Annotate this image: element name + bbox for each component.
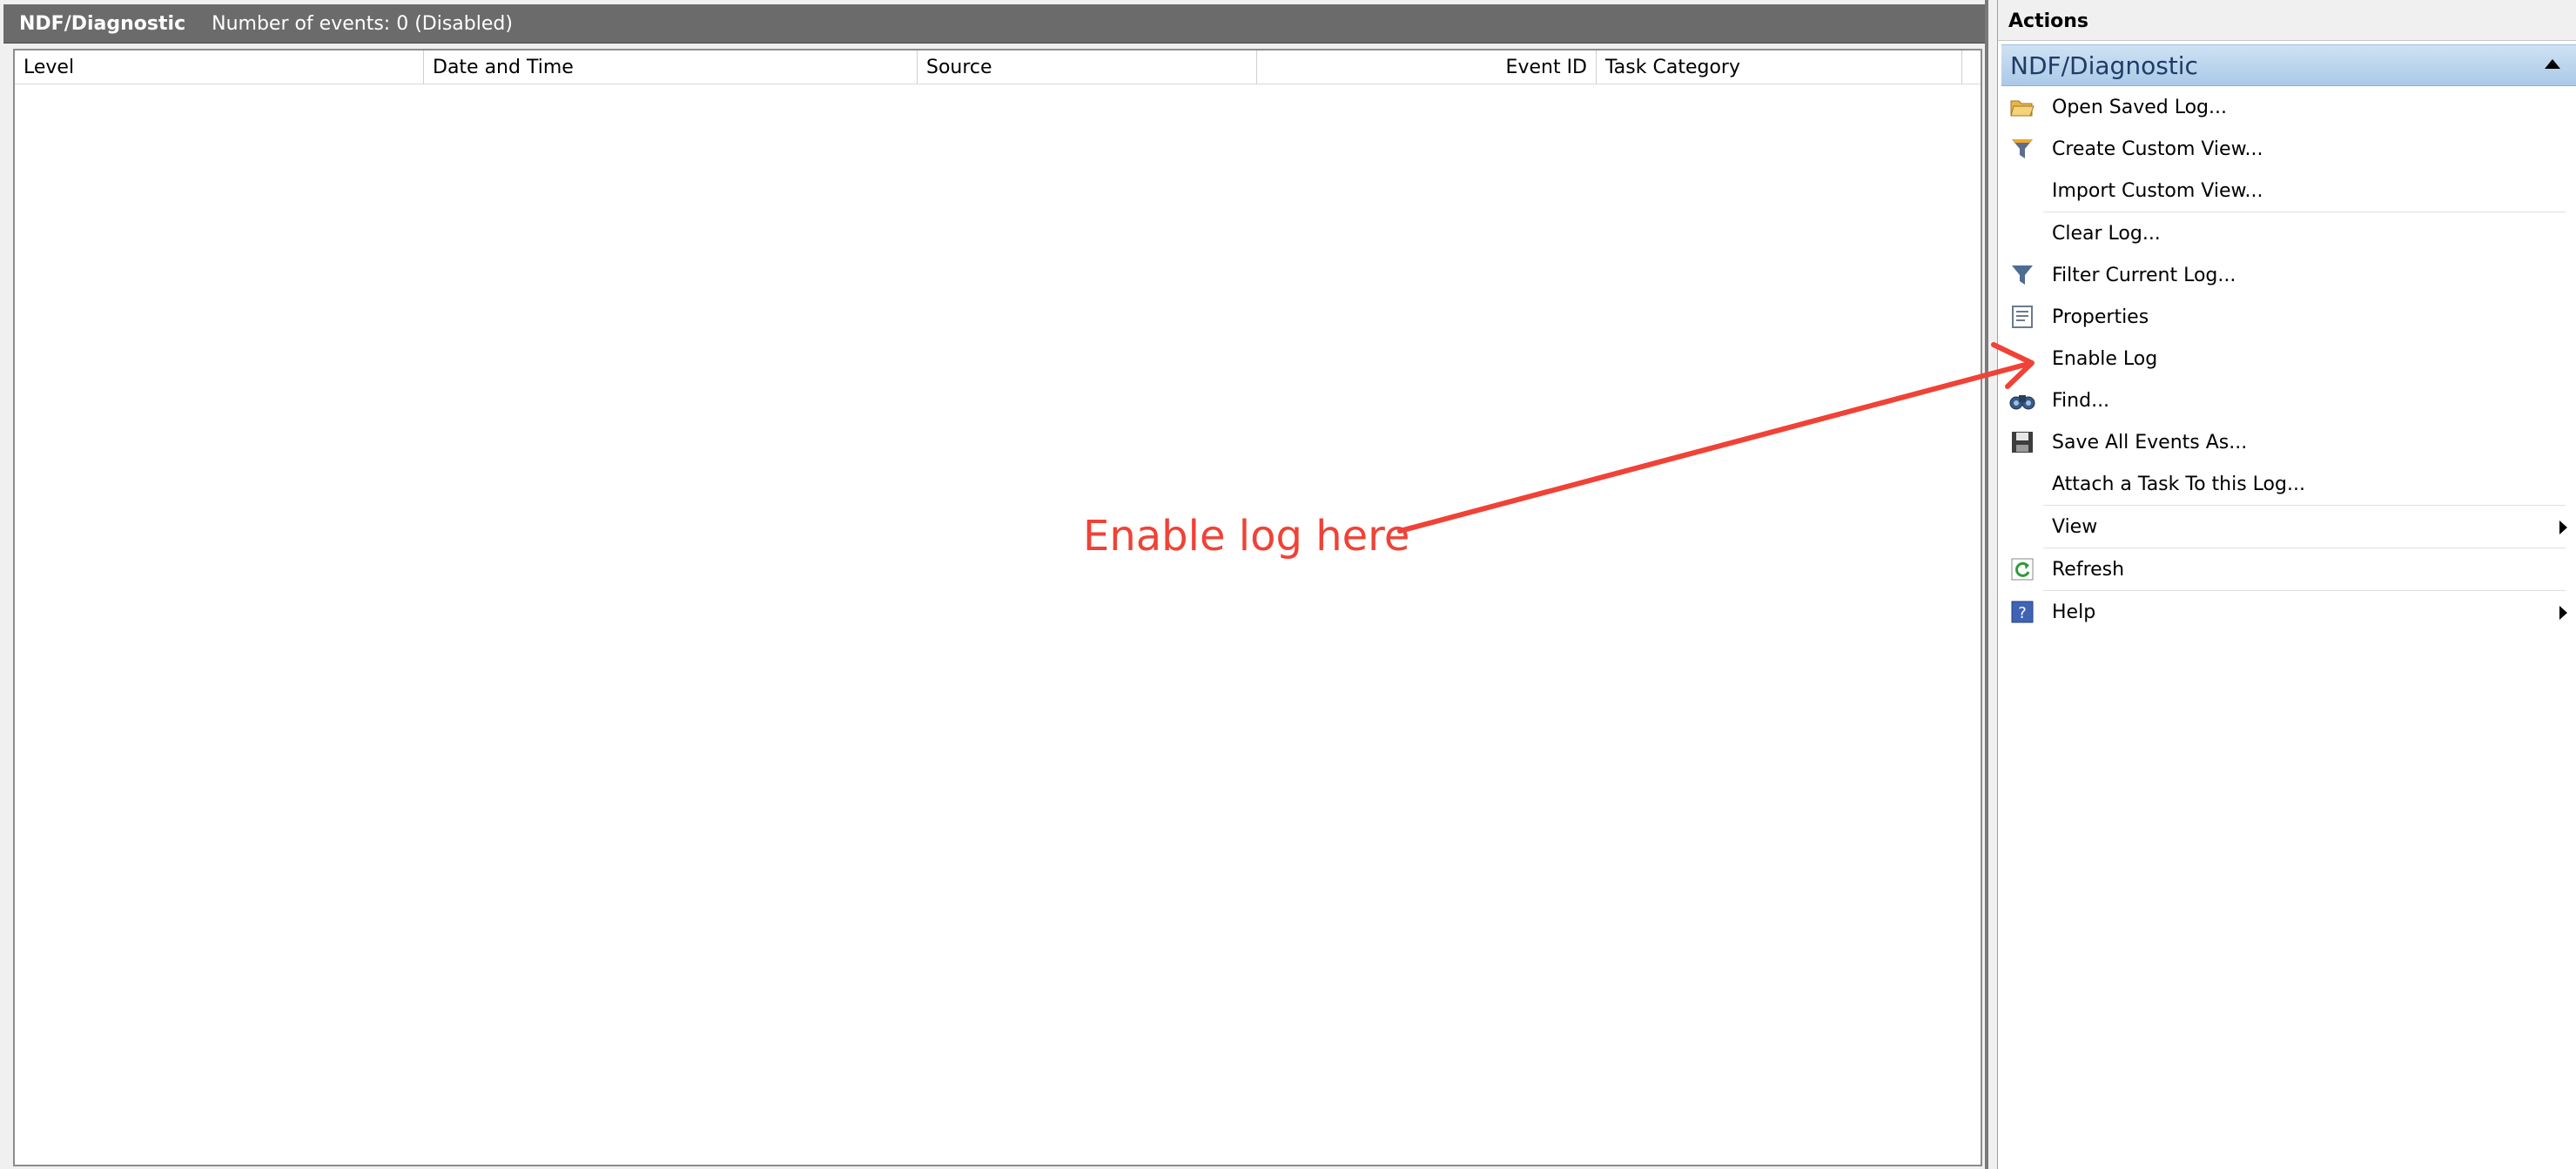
action-label: View xyxy=(2052,515,2098,538)
column-header-task-category[interactable]: Task Category xyxy=(1597,50,1962,84)
action-label: Create Custom View... xyxy=(2052,138,2263,160)
actions-title: Actions xyxy=(1998,0,2576,41)
events-table[interactable]: Level Date and Time Source Event ID Task… xyxy=(13,49,1982,1166)
save-icon xyxy=(2008,428,2036,456)
action-create-custom-view[interactable]: Create Custom View... xyxy=(2001,128,2576,170)
action-label: Save All Events As... xyxy=(2052,431,2248,453)
open-folder-icon xyxy=(2008,93,2036,121)
column-header-date-time[interactable]: Date and Time xyxy=(424,50,918,84)
action-label: Import Custom View... xyxy=(2052,179,2263,202)
actions-group-header[interactable]: NDF/Diagnostic xyxy=(2001,44,2576,86)
filter-create-icon xyxy=(2008,135,2036,163)
action-view[interactable]: View xyxy=(2001,506,2576,548)
action-attach-task[interactable]: Attach a Task To this Log... xyxy=(2001,463,2576,505)
action-label: Clear Log... xyxy=(2052,222,2161,245)
actions-group-label: NDF/Diagnostic xyxy=(2010,50,2198,80)
svg-text:?: ? xyxy=(2018,604,2027,622)
properties-icon xyxy=(2008,303,2036,331)
action-filter-current-log[interactable]: Filter Current Log... xyxy=(2001,254,2576,296)
collapse-up-icon[interactable] xyxy=(2545,59,2560,69)
action-clear-log[interactable]: Clear Log... xyxy=(2001,212,2576,254)
log-title: NDF/Diagnostic xyxy=(19,12,186,35)
table-header: Level Date and Time Source Event ID Task… xyxy=(15,50,1981,84)
binoculars-icon xyxy=(2008,386,2036,414)
refresh-icon xyxy=(2008,555,2036,583)
action-save-all-events[interactable]: Save All Events As... xyxy=(2001,421,2576,463)
actions-pane: Actions NDF/Diagnostic Open Saved Log...… xyxy=(1997,0,2576,1169)
action-help[interactable]: ? Help xyxy=(2001,591,2576,633)
action-label: Find... xyxy=(2052,389,2110,412)
action-label: Open Saved Log... xyxy=(2052,96,2227,118)
column-header-level[interactable]: Level xyxy=(15,50,424,84)
submenu-arrow-icon xyxy=(2559,606,2567,620)
action-import-custom-view[interactable]: Import Custom View... xyxy=(2001,170,2576,212)
action-label: Filter Current Log... xyxy=(2052,264,2236,286)
filter-icon xyxy=(2008,261,2036,289)
action-enable-log[interactable]: Enable Log xyxy=(2001,338,2576,380)
log-header-bar: NDF/Diagnostic Number of events: 0 (Disa… xyxy=(3,4,1988,44)
action-label: Attach a Task To this Log... xyxy=(2052,473,2305,495)
pane-splitter[interactable] xyxy=(1988,0,1997,1169)
event-count-status: Number of events: 0 (Disabled) xyxy=(212,12,513,35)
submenu-arrow-icon xyxy=(2559,521,2567,534)
action-open-saved-log[interactable]: Open Saved Log... xyxy=(2001,86,2576,128)
action-refresh[interactable]: Refresh xyxy=(2001,548,2576,590)
help-icon: ? xyxy=(2008,598,2036,626)
action-label: Enable Log xyxy=(2052,347,2158,370)
annotation-label: Enable log here xyxy=(1083,512,1410,561)
events-pane: NDF/Diagnostic Number of events: 0 (Disa… xyxy=(0,0,1988,1169)
action-find[interactable]: Find... xyxy=(2001,380,2576,421)
action-label: Refresh xyxy=(2052,558,2125,581)
action-label: Help xyxy=(2052,601,2096,623)
column-header-event-id[interactable]: Event ID xyxy=(1257,50,1597,84)
action-label: Properties xyxy=(2052,306,2149,328)
action-properties[interactable]: Properties xyxy=(2001,296,2576,338)
column-header-source[interactable]: Source xyxy=(918,50,1257,84)
